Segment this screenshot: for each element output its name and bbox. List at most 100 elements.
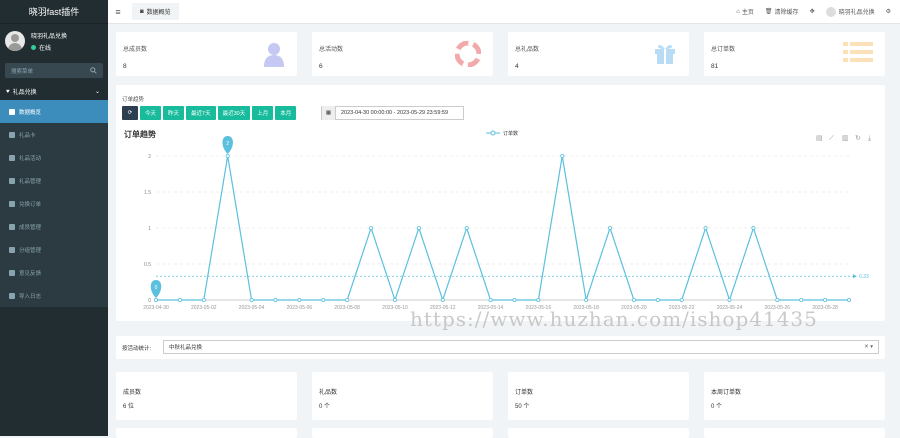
menu-group-label: 礼品兑换 [12,90,37,96]
search-icon[interactable] [90,67,97,74]
sidebar-item-gift-card[interactable]: 礼品卡 [0,123,108,146]
tab-dashboard[interactable]: ◙ 数据概览 [132,3,179,20]
import-icon [9,292,15,299]
date-range-value[interactable]: 2023-04-30 00:00:00 - 2023-05-29 23:59:5… [336,110,448,116]
user-menu[interactable]: 晓羽礼品兑换 [825,6,875,17]
sidebar-item-import-log[interactable]: 导入日志 [0,284,108,307]
last-7-days-button[interactable]: 最近7天 [186,106,216,120]
data-point [392,297,397,302]
menu-group-gift-exchange[interactable]: ♥ 礼品兑换 ⌄ [0,83,108,100]
sidebar-item-feedback[interactable]: 意见反馈 [0,261,108,284]
data-point [560,153,565,158]
refresh-icon: ⟳ [127,110,133,116]
filter-panel: 按活动统计: 中秋礼品兑换 ✕ ▾ [116,336,885,359]
hamburger-menu-icon[interactable]: ≡ [108,7,128,17]
data-point [536,297,541,302]
list-icon [9,200,15,207]
bottom-card-row2 [116,428,297,438]
data-point [464,226,469,231]
stat-title: 总礼品数 [515,47,540,53]
stat-title: 本周订单数 [711,390,742,396]
clear-cache-label: 清除缓存 [774,10,799,16]
average-arrow-icon [853,274,857,279]
online-dot-icon [31,44,36,50]
stat-value: 8 [123,63,127,70]
user-name: 晓羽礼品兑换 [31,33,68,40]
y-tick-label: 1.5 [144,190,151,196]
sidebar-item-orders[interactable]: 兑换订单 [0,192,108,215]
card-icon [9,131,15,138]
stat-title: 总成员数 [123,47,148,53]
users-icon [9,246,15,253]
menu-search-input[interactable]: 搜索菜单 [11,67,33,75]
trash-icon: 🗑 [764,9,773,15]
home-label: 主页 [741,10,754,16]
stat-value: 0 个 [319,404,331,410]
app-title[interactable]: 晓羽fast插件 [0,0,108,24]
sidebar-item-groups[interactable]: 分组管理 [0,238,108,261]
sidebar-item-gift-activity[interactable]: 礼品活动 [0,146,108,169]
sidebar: 晓羽fast插件 晓羽礼品兑换 在线 搜索菜单 ♥ 礼品兑换 ⌄ 数据概览 礼品卡… [0,0,108,436]
home-link[interactable]: ⌂ 主页 [736,7,754,17]
gift-icon [655,44,675,64]
stat-title: 成员数 [123,390,142,396]
tab-label: 数据概览 [146,10,171,16]
sidebar-item-members[interactable]: 成员管理 [0,215,108,238]
data-point [584,297,589,302]
avatar [825,6,836,17]
stat-card-members: 总成员数 8 [116,32,297,76]
line-chart-icon: ⟋ [829,134,834,142]
stat-title: 总活动数 [319,47,344,53]
menu-search[interactable]: 搜索菜单 [5,63,103,78]
sidebar-item-label: 成员管理 [19,224,42,231]
clear-cache-button[interactable]: 🗑 清除缓存 [765,7,799,16]
stat-card-gifts: 总礼品数 4 [508,32,689,76]
comment-icon [9,269,15,276]
date-range-buttons: ⟳ 今天 昨天 最近7天 最近30天 上月 本月 [122,106,297,120]
data-point [225,153,230,158]
bottom-card-row2 [508,428,689,438]
user-panel: 晓羽礼品兑换 在线 [0,24,108,58]
activity-select[interactable]: 中秋礼品兑换 ✕ ▾ [163,340,879,354]
clear-select-icon[interactable]: ✕ ▾ [864,344,873,350]
download-icon: ⤓ [868,135,871,142]
refresh-button[interactable]: ⟳ [122,106,138,120]
data-point [512,297,517,302]
sidebar-item-label: 分组管理 [19,247,42,254]
sidebar-item-dashboard[interactable]: 数据概览 [0,100,108,123]
fullscreen-icon[interactable]: ✥ [810,8,815,15]
data-point [727,297,732,302]
sidebar-item-label: 礼品管理 [19,178,42,185]
order-trend-chart: 订单趋势 订单数 ▤ ⟋ ▥ ↻ ⤓ 0 0.5 1 1.5 2 2023-04-30 2023-05-0… [124,129,871,311]
this-month-button[interactable]: 本月 [275,106,297,120]
sidebar-item-label: 礼品活动 [19,155,42,162]
date-range-input[interactable]: ▦ 2023-04-30 00:00:00 - 2023-05-29 23:59… [321,106,464,120]
data-point [321,297,326,302]
data-view-icon: ▤ [816,135,823,142]
last-month-button[interactable]: 上月 [252,106,274,120]
data-point [416,226,421,231]
settings-icon[interactable]: ⚙ [886,8,891,15]
tag-icon [9,154,15,161]
data-point [847,297,852,302]
user-menu-label: 晓羽礼品兑换 [838,10,875,16]
y-tick-label: 0 [148,298,151,304]
data-point [177,297,182,302]
sidebar-item-gift-manage[interactable]: 礼品管理 [0,169,108,192]
stat-value: 0 个 [711,404,723,410]
last-30-days-button[interactable]: 最近30天 [217,106,251,120]
data-point [751,226,756,231]
today-button[interactable]: 今天 [140,106,162,120]
data-point [297,297,302,302]
y-tick-label: 0.5 [144,262,151,268]
min-marker-label: 0 [155,285,158,291]
data-point [679,297,684,302]
top-navbar: ≡ ◙ 数据概览 ⌂ 主页 🗑 清除缓存 ✥ 晓羽礼品兑换 ⚙ [108,0,900,24]
data-point [823,297,828,302]
x-tick-label: 2023-05-08 [334,305,360,311]
data-point [154,297,159,302]
bar-chart-icon: ▥ [842,135,849,142]
yesterday-button[interactable]: 昨天 [163,106,185,120]
chevron-down-icon: ⌄ [94,89,100,95]
data-point [273,297,278,302]
